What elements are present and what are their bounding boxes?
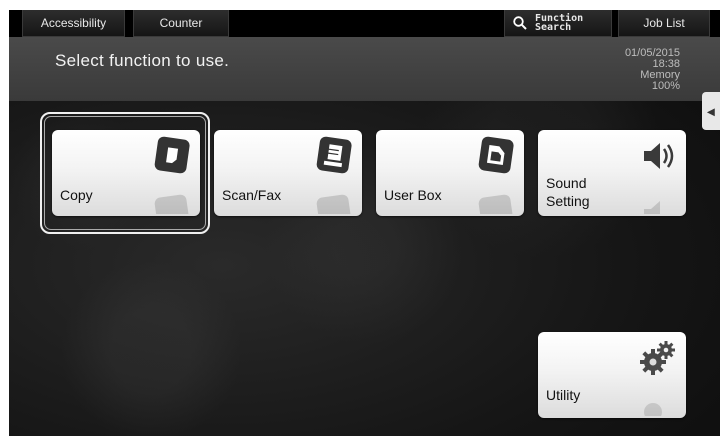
accessibility-label: Accessibility bbox=[40, 16, 107, 30]
sound-setting-label: Sound Setting bbox=[546, 174, 590, 210]
copy-icon-reflection bbox=[154, 194, 190, 214]
speaker-icon bbox=[644, 143, 674, 169]
copy-icon bbox=[154, 136, 190, 174]
utility-tile[interactable]: Utility bbox=[538, 332, 686, 418]
side-panel-tab[interactable]: ◂ bbox=[702, 92, 720, 130]
function-search-button[interactable]: Function Search bbox=[504, 10, 612, 37]
counter-button[interactable]: Counter bbox=[133, 10, 229, 37]
sound-setting-label-line1: Sound bbox=[546, 175, 587, 191]
header-bar: Select function to use. 01/05/2015 18:38… bbox=[9, 37, 720, 101]
gears-icon bbox=[640, 341, 675, 375]
accessibility-button[interactable]: Accessibility bbox=[22, 10, 125, 37]
job-list-label: Job List bbox=[643, 16, 685, 30]
panel-screen: Accessibility Counter Function Search Jo… bbox=[9, 10, 720, 436]
search-icon bbox=[513, 16, 527, 30]
speaker-icon-reflection bbox=[644, 201, 660, 214]
copy-tile[interactable]: Copy bbox=[52, 130, 200, 216]
function-search-label: Function Search bbox=[535, 14, 583, 33]
scan-fax-tile[interactable]: Scan/Fax bbox=[214, 130, 362, 216]
user-box-label: User Box bbox=[384, 187, 442, 203]
user-box-icon-reflection bbox=[478, 194, 514, 214]
scan-fax-icon-reflection bbox=[316, 194, 352, 214]
copy-label: Copy bbox=[60, 187, 93, 203]
job-list-button[interactable]: Job List bbox=[618, 10, 710, 37]
function-search-line2: Search bbox=[535, 22, 572, 33]
scan-fax-label: Scan/Fax bbox=[222, 187, 282, 203]
counter-label: Counter bbox=[159, 16, 203, 30]
page-title: Select function to use. bbox=[55, 51, 230, 70]
gears-icon-reflection bbox=[644, 403, 662, 416]
utility-label: Utility bbox=[546, 387, 581, 403]
status-memory-value: 100% bbox=[651, 80, 680, 92]
top-bar: Accessibility Counter Function Search Jo… bbox=[9, 10, 720, 37]
sound-setting-tile[interactable]: Sound Setting bbox=[538, 130, 686, 216]
user-box-icon bbox=[478, 136, 514, 174]
sound-setting-label-line2: Setting bbox=[546, 193, 590, 209]
collapse-arrow-icon: ◂ bbox=[707, 102, 715, 119]
status-readout: 01/05/2015 18:38 Memory 100% bbox=[625, 48, 680, 92]
scan-fax-icon bbox=[316, 136, 352, 174]
user-box-tile[interactable]: User Box bbox=[376, 130, 524, 216]
